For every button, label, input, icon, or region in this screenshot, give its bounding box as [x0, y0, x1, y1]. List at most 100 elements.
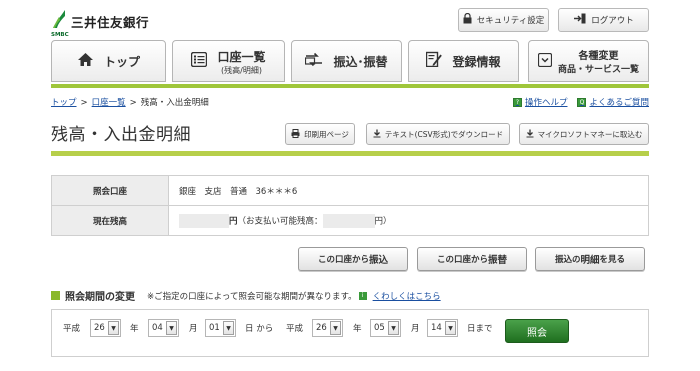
detail-post: を見る — [599, 255, 626, 265]
period-section-title: 照会期間の変更 — [65, 292, 135, 303]
nav-divider — [51, 84, 649, 88]
tab-changes-services[interactable]: 各種変更 商品・サービス一覧 — [528, 40, 649, 82]
bank-sub: SMBC — [51, 32, 69, 38]
to-year-select[interactable]: 26 ▼ — [312, 319, 343, 337]
breadcrumb: トップ > 口座一覧 > 残高・入出金明細 — [51, 96, 209, 108]
transfer-from-account-button[interactable]: この口座から 振込 — [298, 247, 408, 271]
csv-download-button[interactable]: テキスト(CSV形式)でダウンロード — [366, 123, 510, 145]
list-icon — [191, 51, 208, 71]
to-month-value: 05 — [374, 323, 385, 333]
bank-logo: 三井住友銀行 SMBC — [51, 8, 150, 38]
balance-masked — [179, 213, 229, 228]
faq-label: よくあるご質問 — [589, 98, 649, 108]
breadcrumb-sep: > — [129, 98, 137, 108]
balance-label: 現在残高 — [51, 205, 169, 236]
account-table: 照会口座 銀座 支店 普通 36＊＊＊6 現在残高 円（お支払い可能残高： 円） — [51, 175, 649, 236]
tab-account-list-sub: (残高/明細) — [221, 66, 262, 75]
detail-pre: 振込の — [554, 255, 581, 265]
help-icon: ? — [512, 97, 522, 107]
to-month-unit: 月 — [411, 324, 420, 334]
transfer-pre: この口座から — [317, 255, 369, 265]
microsoft-money-import-label: マイクロソフトマネーに取込む — [537, 129, 643, 139]
tab-top-label: トップ — [103, 54, 140, 69]
account-label: 照会口座 — [51, 175, 169, 206]
period-note: ※ご指定の口座によって照会可能な期間が異なります。 — [147, 291, 357, 302]
operation-help-link[interactable]: ? 操作ヘルプ — [512, 96, 568, 108]
from-year-value: 26 — [94, 323, 105, 333]
from-month-unit: 月 — [189, 324, 198, 334]
balance-unit: 円 — [229, 216, 238, 226]
logout-label: ログアウト — [591, 16, 634, 26]
security-settings-label: セキュリティ設定 — [476, 16, 545, 26]
from-month-value: 04 — [152, 323, 163, 333]
from-year-select[interactable]: 26 ▼ — [90, 319, 121, 337]
tab-changes-label: 各種変更 — [578, 51, 619, 62]
from-day-unit: 日 から — [245, 324, 274, 334]
tab-account-list-label: 口座一覧 — [217, 50, 266, 64]
bank-name: 三井住友銀行 — [71, 14, 150, 30]
tab-top[interactable]: トップ — [51, 40, 166, 82]
logout-button[interactable]: ログアウト — [558, 8, 649, 32]
search-button[interactable]: 照会 — [505, 319, 569, 343]
to-day-select[interactable]: 14 ▼ — [427, 319, 458, 337]
faq-link[interactable]: Q よくあるご質問 — [577, 96, 649, 108]
info-icon: i — [358, 291, 367, 300]
account-value: 銀座 支店 普通 36＊＊＊6 — [168, 175, 649, 206]
to-day-unit: 日まで — [467, 324, 493, 334]
security-settings-button[interactable]: セキュリティ設定 — [458, 8, 549, 32]
tab-account-list[interactable]: 口座一覧 (残高/明細) — [172, 40, 285, 82]
account-transfer-button[interactable]: この口座から 振替 — [417, 247, 527, 271]
edit-document-icon — [426, 51, 443, 71]
from-day-select[interactable]: 01 ▼ — [205, 319, 236, 337]
print-page-button[interactable]: 印刷用ページ — [285, 123, 355, 145]
from-year-unit: 年 — [130, 324, 139, 334]
available-masked — [322, 213, 375, 228]
balance-value: 円（お支払い可能残高： 円） — [168, 205, 649, 236]
to-month-select[interactable]: 05 ▼ — [370, 319, 401, 337]
lock-icon — [463, 12, 472, 27]
download-icon — [373, 129, 381, 140]
available-prefix: （お支払い可能残高： — [237, 216, 323, 226]
tab-registration-label: 登録情報 — [452, 54, 501, 69]
logout-icon — [573, 13, 586, 27]
print-page-label: 印刷用ページ — [304, 129, 349, 139]
to-year-value: 26 — [316, 323, 327, 333]
import-icon — [526, 129, 534, 140]
operation-help-label: 操作ヘルプ — [524, 98, 568, 108]
page-title: 残高・入出金明細 — [51, 125, 191, 145]
title-divider — [51, 151, 649, 156]
tab-transfer[interactable]: 振込･振替 — [291, 40, 402, 82]
detail-em: 明細 — [580, 255, 600, 266]
tab-registration[interactable]: 登録情報 — [408, 40, 519, 82]
microsoft-money-import-button[interactable]: マイクロソフトマネーに取込む — [519, 123, 649, 145]
transfer-details-button[interactable]: 振込の 明細 を見る — [535, 247, 645, 271]
to-era-label: 平成 — [286, 324, 304, 334]
furikae-pre: この口座から — [436, 255, 488, 265]
section-bullet-icon — [51, 291, 60, 300]
details-link[interactable]: くわしくはこちら — [373, 290, 441, 302]
help-links: ? 操作ヘルプ Q よくあるご質問 — [512, 96, 649, 108]
chevron-down-icon: ▼ — [445, 321, 456, 335]
chevron-down-icon: ▼ — [223, 321, 234, 335]
home-icon — [77, 52, 94, 71]
from-month-select[interactable]: 04 ▼ — [148, 319, 179, 337]
smbc-logo-icon — [51, 8, 67, 34]
csv-download-label: テキスト(CSV形式)でダウンロード — [384, 129, 504, 139]
period-section-header: 照会期間の変更 ※ご指定の口座によって照会可能な期間が異なります。 i くわしく… — [51, 288, 441, 303]
to-year-unit: 年 — [353, 324, 362, 334]
to-day-value: 14 — [431, 323, 442, 333]
from-day-value: 01 — [209, 323, 220, 333]
balance-row: 現在残高 円（お支払い可能残高： 円） — [51, 205, 649, 236]
breadcrumb-account-list-link[interactable]: 口座一覧 — [92, 98, 126, 108]
tab-services-label: 商品・サービス一覧 — [557, 65, 639, 75]
faq-icon: Q — [577, 97, 587, 107]
tab-transfer-label: 振込･振替 — [333, 54, 388, 69]
breadcrumb-top-link[interactable]: トップ — [51, 98, 77, 108]
breadcrumb-sep: > — [80, 98, 88, 108]
chevron-down-icon: ▼ — [108, 321, 119, 335]
chevron-down-icon: ▼ — [330, 321, 341, 335]
available-suffix: 円） — [374, 216, 392, 226]
from-era-label: 平成 — [63, 324, 81, 334]
furikae-em: 振替 — [488, 255, 508, 266]
transfer-em: 振込 — [369, 255, 389, 266]
